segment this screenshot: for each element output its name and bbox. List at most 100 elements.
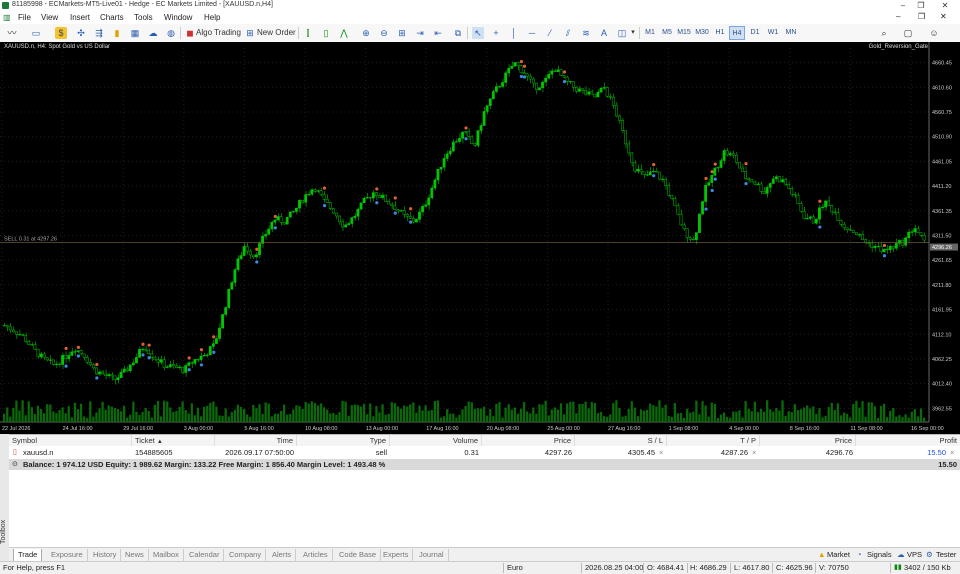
remove-sl-icon[interactable]: ×	[659, 447, 663, 458]
tab-journal[interactable]: Journal	[415, 549, 449, 561]
menu-insert[interactable]: Insert	[70, 13, 90, 22]
timeframe-h4[interactable]: H4	[729, 26, 745, 40]
right-tab-signals[interactable]: Signals	[867, 549, 892, 561]
menu-view[interactable]: View	[41, 13, 58, 22]
vertical-line-icon[interactable]: │	[508, 27, 520, 39]
tab-experts[interactable]: Experts	[379, 549, 414, 561]
right-tab-vps[interactable]: VPS	[907, 549, 922, 561]
menu-help[interactable]: Help	[204, 13, 220, 22]
profile-name[interactable]: Euro	[507, 563, 523, 572]
col-symbol[interactable]: Symbol	[9, 435, 132, 446]
volume-bar	[430, 409, 433, 422]
autoscroll-icon[interactable]: ⇥	[414, 27, 426, 39]
col-tp[interactable]: T / P	[667, 435, 760, 446]
row-symbol: xauusd.n	[23, 448, 54, 457]
shapes-dropdown-icon[interactable]: ▾	[627, 27, 639, 39]
candles-icon[interactable]: ▯	[320, 27, 332, 39]
volume-bar	[239, 406, 243, 422]
bar-chart-icon[interactable]: ⫿	[302, 27, 314, 39]
horizontal-line-icon[interactable]: ─	[526, 27, 538, 39]
timeframe-m1[interactable]: M1	[642, 26, 658, 40]
tab-alerts[interactable]: Alerts	[268, 549, 297, 561]
timeframe-mn[interactable]: MN	[783, 26, 799, 40]
channel-icon[interactable]: ⫽	[562, 27, 574, 39]
menu-window[interactable]: Window	[164, 13, 192, 22]
templates-icon[interactable]: ▭	[30, 27, 42, 39]
tab-calendar[interactable]: Calendar	[185, 549, 225, 561]
table-row[interactable]: ▯ xauusd.n 154885605 2026.09.17 07:50:00…	[9, 447, 960, 458]
cursor-icon[interactable]: ↖	[472, 27, 484, 39]
menu-file[interactable]: File	[18, 13, 31, 22]
tab-code-base[interactable]: Code Base	[335, 549, 382, 561]
chart-shift-icon[interactable]: ⇤	[432, 27, 444, 39]
timeframe-m30[interactable]: M30	[694, 26, 710, 40]
chart-menu-icon[interactable]: ▥	[3, 13, 11, 22]
market-icon[interactable]: ◍	[165, 27, 177, 39]
col-profit[interactable]: Profit	[856, 435, 960, 446]
algo-trading-icon[interactable]: ◼	[184, 27, 196, 39]
indicators-icon[interactable]: $	[55, 27, 67, 39]
row-sl[interactable]: 4305.45	[575, 447, 655, 458]
timeframe-m5[interactable]: M5	[659, 26, 675, 40]
new-order-icon[interactable]: ⊞	[244, 27, 256, 39]
tab-company[interactable]: Company	[225, 549, 267, 561]
price-chart[interactable]: 4660.45 4610.60 4560.75 4510.90 4461.05 4411.…	[0, 42, 960, 434]
col-current-price[interactable]: Price	[760, 435, 856, 446]
timeframe-h1[interactable]: H1	[712, 26, 728, 40]
algo-trading-button[interactable]: Algo Trading	[196, 26, 241, 40]
menu-tools[interactable]: Tools	[134, 13, 153, 22]
right-tab-tester[interactable]: Tester	[936, 549, 956, 561]
chat-icon[interactable]: ▢	[902, 27, 914, 39]
volume-bar	[335, 414, 338, 422]
fibonacci-icon[interactable]: ≋	[580, 27, 592, 39]
crosshair-icon[interactable]: +	[490, 27, 502, 39]
object-list-icon[interactable]: ✣	[75, 27, 87, 39]
volume-bar	[498, 402, 501, 422]
chart-window-icon[interactable]: ▦	[129, 27, 141, 39]
candle-body	[461, 131, 464, 139]
search-icon[interactable]: ⌕	[878, 27, 890, 39]
menu-charts[interactable]: Charts	[100, 13, 124, 22]
col-volume[interactable]: Volume	[390, 435, 482, 446]
col-sl[interactable]: S / L	[575, 435, 667, 446]
close-position-icon[interactable]: ×	[950, 447, 954, 458]
col-price[interactable]: Price	[482, 435, 575, 446]
lock-icon[interactable]: ▮	[111, 27, 123, 39]
child-restore-icon[interactable]: ❐	[918, 12, 925, 21]
volume-bar	[126, 417, 129, 422]
tab-articles[interactable]: Articles	[299, 549, 333, 561]
line-chart-icon[interactable]: ⋀	[338, 27, 350, 39]
expert-advisor-label[interactable]: Gold_Reversion_Gate	[869, 44, 928, 50]
child-minimize-icon[interactable]: –	[896, 12, 900, 21]
timeframe-w1[interactable]: W1	[765, 26, 781, 40]
tab-news[interactable]: News	[121, 549, 149, 561]
text-tool-icon[interactable]: A	[598, 27, 610, 39]
maximize-button[interactable]: ❐	[910, 0, 932, 12]
experts-icon[interactable]: ⇶	[93, 27, 105, 39]
tab-mailbox[interactable]: Mailbox	[149, 549, 184, 561]
trendline-icon[interactable]: ⁄	[544, 27, 556, 39]
cloud-icon[interactable]: ☁	[147, 27, 159, 39]
tab-exposure[interactable]: Exposure	[47, 549, 88, 561]
timeframe-m15[interactable]: M15	[676, 26, 692, 40]
tile-windows-icon[interactable]: ⊞	[396, 27, 408, 39]
close-button[interactable]: ✕	[934, 0, 956, 12]
zoom-in-icon[interactable]: ⊕	[360, 27, 372, 39]
right-tab-market[interactable]: Market	[827, 549, 850, 561]
col-ticket[interactable]: Ticket ▲	[132, 435, 215, 446]
child-close-icon[interactable]: ✕	[940, 12, 947, 21]
col-type[interactable]: Type	[297, 435, 390, 446]
chart-canvas[interactable]: 4660.45 4610.60 4560.75 4510.90 4461.05 4411.…	[0, 42, 960, 434]
screenshot-icon[interactable]: ⧉	[452, 27, 464, 39]
col-time[interactable]: Time	[215, 435, 297, 446]
chart-type-icon[interactable]: 〰	[6, 27, 18, 39]
timeframe-d1[interactable]: D1	[747, 26, 763, 40]
zoom-out-icon[interactable]: ⊖	[378, 27, 390, 39]
tab-history[interactable]: History	[89, 549, 122, 561]
volume-bar	[341, 400, 344, 422]
remove-tp-icon[interactable]: ×	[752, 447, 756, 458]
new-order-button[interactable]: New Order	[257, 26, 296, 40]
row-tp[interactable]: 4287.26	[667, 447, 748, 458]
candle-body	[633, 162, 637, 172]
account-icon[interactable]: ☺	[928, 27, 940, 39]
